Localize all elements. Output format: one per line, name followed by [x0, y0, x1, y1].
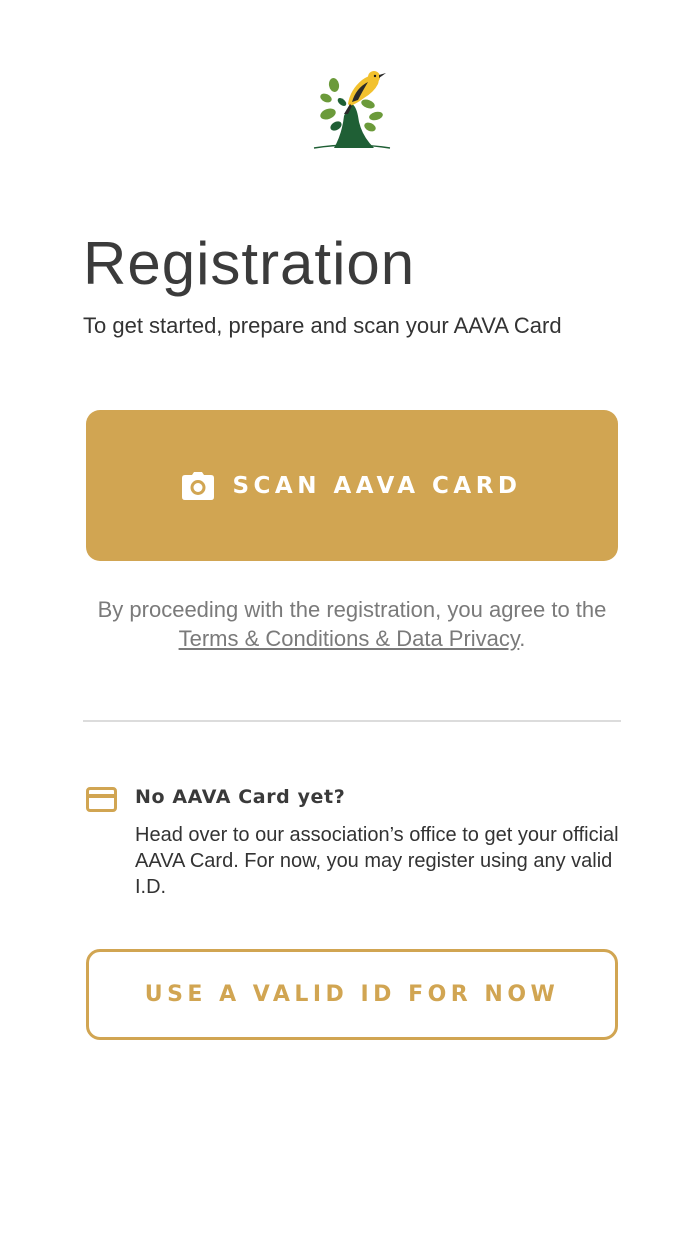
terms-notice: By proceeding with the registration, you…: [86, 595, 618, 653]
scan-button-label: SCAN AAVA CARD: [232, 472, 522, 499]
bird-on-tree-logo: [313, 71, 391, 149]
use-valid-id-button[interactable]: USE A VALID ID FOR NOW: [86, 949, 618, 1040]
section-divider: [83, 720, 621, 722]
terms-prefix: By proceeding with the registration, you…: [97, 597, 607, 622]
page-title: Registration: [83, 230, 416, 297]
valid-id-button-label: USE A VALID ID FOR NOW: [144, 982, 560, 1007]
page-subtitle: To get started, prepare and scan your AA…: [83, 313, 562, 338]
scan-aava-card-button[interactable]: SCAN AAVA CARD: [86, 410, 618, 561]
camera-icon: [182, 471, 215, 500]
credit-card-icon: [86, 787, 117, 812]
terms-link[interactable]: Terms & Conditions & Data Privacy: [179, 626, 520, 651]
no-card-title: No AAVA Card yet?: [135, 786, 346, 808]
no-card-description: Head over to our association’s office to…: [135, 824, 619, 898]
terms-suffix: .: [519, 626, 526, 651]
